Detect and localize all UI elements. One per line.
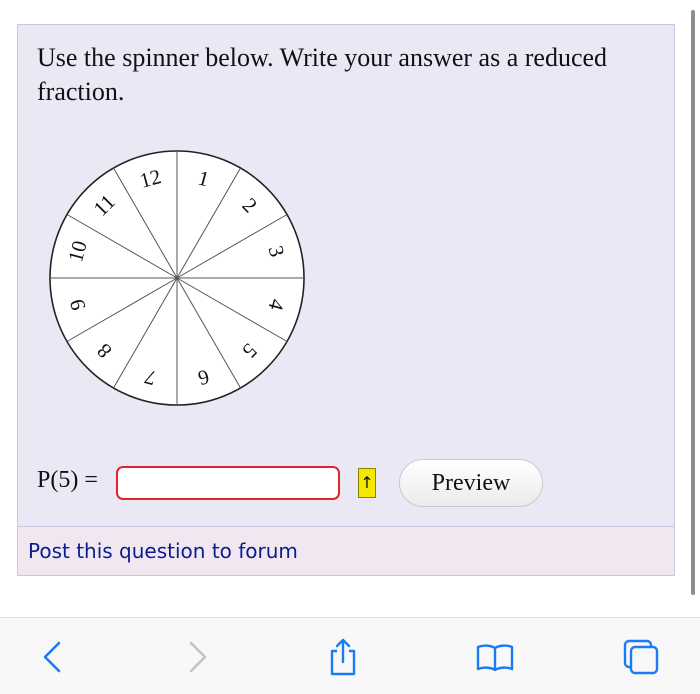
back-button[interactable] [27, 632, 77, 682]
preview-button[interactable]: Preview [399, 459, 543, 507]
scrollbar[interactable] [691, 10, 695, 595]
share-button[interactable] [318, 632, 368, 682]
bookmarks-button[interactable] [470, 632, 520, 682]
tabs-icon [623, 639, 659, 675]
answer-row: P(5) = ↑ Preview [37, 457, 657, 507]
browser-toolbar [0, 617, 700, 694]
post-to-forum-link[interactable]: Post this question to forum [28, 539, 298, 563]
bookmarks-icon [476, 644, 514, 672]
spinner-image: 12 1234567891011 [49, 150, 305, 406]
question-card: Use the spinner below. Write your answer… [17, 24, 675, 576]
forward-button[interactable] [173, 632, 223, 682]
answer-input[interactable] [116, 466, 340, 500]
question-text: Use the spinner below. Write your answer… [37, 43, 608, 106]
equation-editor-button[interactable]: ↑ [358, 468, 376, 498]
forward-icon [189, 641, 207, 673]
forum-bar: Post this question to forum [18, 526, 674, 575]
back-icon [43, 641, 61, 673]
share-icon [330, 638, 356, 676]
tabs-button[interactable] [616, 632, 666, 682]
answer-label: P(5) = [37, 467, 98, 493]
